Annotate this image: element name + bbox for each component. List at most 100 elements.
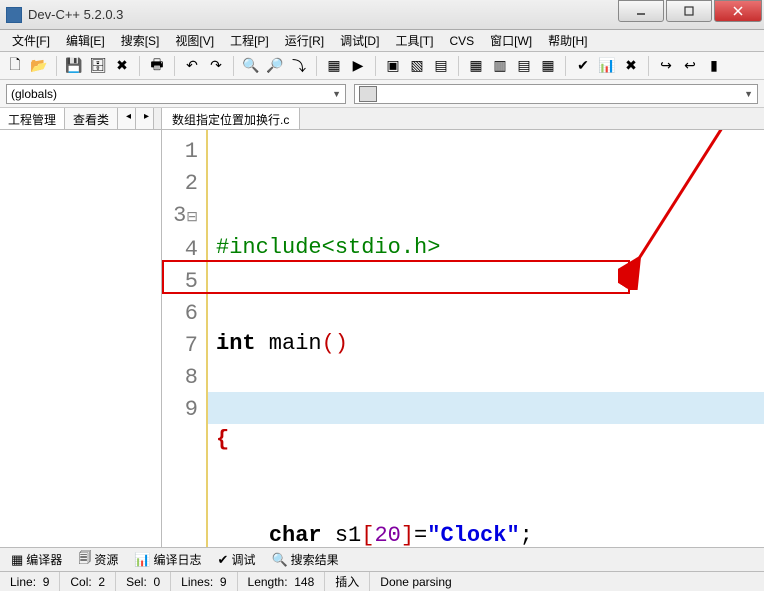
grid4-icon[interactable]: ▦ xyxy=(537,55,559,77)
tab-resources[interactable]: 🗐资源 xyxy=(71,546,125,574)
status-lines: Lines: 9 xyxy=(171,572,237,591)
tab-compiler[interactable]: ▦编译器 xyxy=(4,548,69,571)
scope-combo[interactable]: (globals) ▼ xyxy=(6,84,346,104)
close-button[interactable] xyxy=(714,0,762,22)
scope-value: (globals) xyxy=(11,87,57,101)
code-editor[interactable]: 1 2 3⊟ 4 5 6 7 8 9 #include<stdio.h> int… xyxy=(162,130,764,547)
exit-icon[interactable]: ↪ xyxy=(655,55,677,77)
menu-cvs[interactable]: CVS xyxy=(441,32,482,50)
titlebar: Dev-C++ 5.2.0.3 xyxy=(0,0,764,30)
line-number: 2 xyxy=(162,168,198,200)
find-icon[interactable]: 🔍 xyxy=(240,55,262,77)
chevron-down-icon: ▼ xyxy=(332,89,341,99)
statusbar: Line: 9 Col: 2 Sel: 0 Lines: 9 Length: 1… xyxy=(0,571,764,591)
print-icon[interactable]: 🖶 xyxy=(146,55,168,77)
run-icon[interactable]: ▶ xyxy=(347,55,369,77)
toolbar: 🗋 📂 💾 🗄 ✖ 🖶 ↶ ↷ 🔍 🔎 ⤵ ▦ ▶ ▣ ▧ ▤ ▦ ▥ ▤ ▦ … xyxy=(0,52,764,80)
goto-icon[interactable]: ↩ xyxy=(679,55,701,77)
code-area[interactable]: #include<stdio.h> int main() { char s1[2… xyxy=(206,130,764,547)
menu-file[interactable]: 文件[F] xyxy=(4,30,58,51)
combo-box-icon xyxy=(359,86,377,102)
check-icon[interactable]: ✔ xyxy=(572,55,594,77)
tab-classes[interactable]: 查看类 xyxy=(65,108,118,129)
line-number: 8 xyxy=(162,362,198,394)
separator xyxy=(565,56,566,76)
line-number: 3⊟ xyxy=(162,200,198,234)
close-file-icon[interactable]: ✖ xyxy=(111,55,133,77)
tab-nav-right[interactable]: ▸ xyxy=(136,108,154,129)
find-next-icon[interactable]: ⤵ xyxy=(288,55,310,77)
separator xyxy=(56,56,57,76)
menu-debug[interactable]: 调试[D] xyxy=(332,30,387,51)
replace-icon[interactable]: 🔎 xyxy=(264,55,286,77)
menu-project[interactable]: 工程[P] xyxy=(222,30,277,51)
menu-search[interactable]: 搜索[S] xyxy=(113,30,168,51)
current-line-highlight xyxy=(208,392,764,424)
grid3-icon[interactable]: ▤ xyxy=(513,55,535,77)
status-sel: Sel: 0 xyxy=(116,572,171,591)
maximize-button[interactable] xyxy=(666,0,712,22)
status-col: Col: 2 xyxy=(60,572,116,591)
project-tree[interactable] xyxy=(0,130,161,547)
combo-bar: (globals) ▼ ▼ xyxy=(0,80,764,108)
bottom-tabs: ▦编译器 🗐资源 📊编译日志 ✔调试 🔍搜索结果 xyxy=(0,547,764,571)
chart-icon: 📊 xyxy=(134,552,150,568)
main-area: 工程管理 查看类 ◂ ▸ 数组指定位置加换行.c 1 2 3⊟ 4 5 6 7 … xyxy=(0,108,764,547)
save-all-icon[interactable]: 🗄 xyxy=(87,55,109,77)
debug-icon[interactable]: ▣ xyxy=(382,55,404,77)
line-number: 9 xyxy=(162,394,198,426)
separator xyxy=(233,56,234,76)
new-file-icon[interactable]: 🗋 xyxy=(4,55,26,77)
compile-icon[interactable]: ▦ xyxy=(323,55,345,77)
menubar: 文件[F] 编辑[E] 搜索[S] 视图[V] 工程[P] 运行[R] 调试[D… xyxy=(0,30,764,52)
tab-project[interactable]: 工程管理 xyxy=(0,108,65,129)
app-icon xyxy=(6,7,22,23)
file-tabs: 数组指定位置加换行.c xyxy=(162,108,764,130)
status-length: Length: 148 xyxy=(238,572,326,591)
separator xyxy=(139,56,140,76)
undo-icon[interactable]: ↶ xyxy=(181,55,203,77)
line-gutter: 1 2 3⊟ 4 5 6 7 8 9 xyxy=(162,130,206,547)
file-tab[interactable]: 数组指定位置加换行.c xyxy=(162,108,300,129)
delete-icon[interactable]: ✖ xyxy=(620,55,642,77)
chart-icon[interactable]: 📊 xyxy=(596,55,618,77)
tab-nav-left[interactable]: ◂ xyxy=(118,108,136,129)
left-tabs: 工程管理 查看类 ◂ ▸ xyxy=(0,108,161,130)
right-panel: 数组指定位置加换行.c 1 2 3⊟ 4 5 6 7 8 9 #include<… xyxy=(162,108,764,547)
symbol-combo[interactable]: ▼ xyxy=(354,84,758,104)
separator xyxy=(458,56,459,76)
check-icon: ✔ xyxy=(218,552,229,568)
menu-run[interactable]: 运行[R] xyxy=(277,30,332,51)
annotation-arrow xyxy=(618,130,764,290)
separator xyxy=(375,56,376,76)
status-mode: 插入 xyxy=(325,572,370,591)
separator xyxy=(648,56,649,76)
step-icon[interactable]: ▤ xyxy=(430,55,452,77)
menu-help[interactable]: 帮助[H] xyxy=(540,30,595,51)
status-line: Line: 9 xyxy=(0,572,60,591)
open-icon[interactable]: 📂 xyxy=(28,55,50,77)
status-parse: Done parsing xyxy=(370,572,764,591)
minimize-button[interactable] xyxy=(618,0,664,22)
line-number: 7 xyxy=(162,330,198,362)
menu-window[interactable]: 窗口[W] xyxy=(482,30,540,51)
tab-search-results[interactable]: 🔍搜索结果 xyxy=(264,548,345,571)
menu-tools[interactable]: 工具[T] xyxy=(387,30,441,51)
menu-edit[interactable]: 编辑[E] xyxy=(58,30,113,51)
grid-icon: ▦ xyxy=(11,552,23,568)
grid2-icon[interactable]: ▥ xyxy=(489,55,511,77)
line-number: 1 xyxy=(162,136,198,168)
line-number: 6 xyxy=(162,298,198,330)
redo-icon[interactable]: ↷ xyxy=(205,55,227,77)
insert-icon[interactable]: ▮ xyxy=(703,55,725,77)
tab-debug[interactable]: ✔调试 xyxy=(211,548,263,571)
window-title: Dev-C++ 5.2.0.3 xyxy=(28,7,618,22)
tab-compile-log[interactable]: 📊编译日志 xyxy=(127,548,208,571)
grid1-icon[interactable]: ▦ xyxy=(465,55,487,77)
search-icon: 🔍 xyxy=(271,552,287,568)
separator xyxy=(174,56,175,76)
menu-view[interactable]: 视图[V] xyxy=(167,30,222,51)
folder-icon: 🗐 xyxy=(78,549,91,571)
save-icon[interactable]: 💾 xyxy=(63,55,85,77)
stop-icon[interactable]: ▧ xyxy=(406,55,428,77)
